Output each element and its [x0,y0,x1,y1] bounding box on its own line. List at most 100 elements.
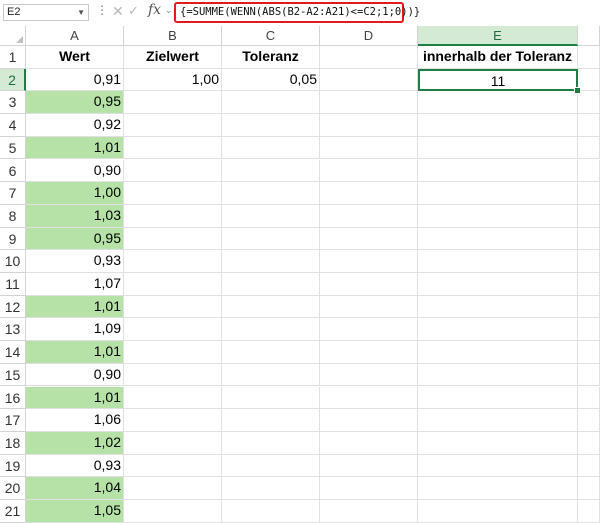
cell[interactable] [124,295,222,319]
cell[interactable] [578,46,600,69]
row-header-21[interactable]: 21 [0,500,26,523]
cell[interactable] [320,409,418,432]
cell[interactable] [320,295,418,319]
cell[interactable] [578,295,600,319]
value-cell[interactable]: 1,01 [26,341,124,364]
cell[interactable] [124,114,222,137]
cell[interactable] [124,386,222,410]
value-cell[interactable]: 1,01 [26,136,124,160]
cell[interactable] [578,250,600,273]
row-header-18[interactable]: 18 [0,431,26,455]
cell[interactable] [222,159,320,183]
result-cell[interactable]: 11 [418,68,578,92]
value-cell[interactable]: 0,93 [26,454,124,478]
cell[interactable] [320,68,418,92]
row-header-10[interactable]: 10 [0,250,26,273]
row-header-6[interactable]: 6 [0,159,26,183]
cell[interactable] [320,318,418,342]
cell[interactable] [578,159,600,183]
row-header-2[interactable]: 2 [0,68,26,92]
cell[interactable] [320,341,418,364]
cell[interactable] [222,227,320,251]
cell[interactable] [222,91,320,115]
cell[interactable] [578,227,600,251]
header-cell-b[interactable]: Zielwert [124,46,222,69]
cell[interactable] [578,273,600,296]
cell[interactable] [578,136,600,160]
cell[interactable] [320,114,418,137]
cell[interactable] [418,250,578,273]
cell[interactable] [418,159,578,183]
cell[interactable] [320,386,418,410]
header-cell-a[interactable]: Wert [26,46,124,69]
cell[interactable] [124,363,222,387]
cell[interactable] [320,46,418,69]
row-header-7[interactable]: 7 [0,182,26,205]
row-header-5[interactable]: 5 [0,136,26,160]
value-cell[interactable]: 1,03 [26,204,124,228]
cell[interactable] [124,431,222,455]
header-cell-c[interactable]: Toleranz [222,46,320,69]
cell[interactable] [418,386,578,410]
cell[interactable] [124,250,222,273]
cell[interactable] [222,454,320,478]
cell[interactable] [320,454,418,478]
cell[interactable] [124,273,222,296]
value-cell[interactable]: 1,05 [26,500,124,523]
value-cell[interactable]: 1,09 [26,318,124,342]
cell[interactable] [578,409,600,432]
row-header-16[interactable]: 16 [0,386,26,410]
value-cell[interactable]: 0,90 [26,363,124,387]
cell[interactable] [578,500,600,523]
row-header-1[interactable]: 1 [0,46,26,69]
cell[interactable] [222,500,320,523]
cell[interactable] [418,114,578,137]
cell[interactable] [418,227,578,251]
cell[interactable] [320,136,418,160]
cell[interactable] [124,136,222,160]
row-header-12[interactable]: 12 [0,295,26,319]
cell[interactable] [320,273,418,296]
value-cell[interactable]: 1,01 [26,295,124,319]
cell[interactable] [320,363,418,387]
cell[interactable] [124,159,222,183]
cell[interactable] [418,136,578,160]
cell[interactable] [418,295,578,319]
row-header-17[interactable]: 17 [0,409,26,432]
value-cell[interactable]: 0,95 [26,227,124,251]
cancel-icon[interactable]: ✕ [112,3,124,20]
cell[interactable] [418,454,578,478]
row-header-9[interactable]: 9 [0,227,26,251]
cell[interactable] [418,91,578,115]
cell[interactable] [222,204,320,228]
cell[interactable] [124,182,222,205]
confirm-icon[interactable]: ✓ [128,3,139,19]
cell[interactable] [222,431,320,455]
header-cell-e[interactable]: innerhalb der Toleranz [418,46,578,69]
cell[interactable] [222,273,320,296]
cell[interactable] [222,136,320,160]
more-options-icon[interactable]: ⋮ [96,3,108,17]
cell[interactable] [222,409,320,432]
cell[interactable] [320,159,418,183]
cell[interactable] [320,431,418,455]
cell[interactable] [578,204,600,228]
cell[interactable] [578,91,600,115]
cell[interactable] [578,341,600,364]
value-cell[interactable]: 1,07 [26,273,124,296]
cell[interactable] [320,204,418,228]
cell[interactable] [578,386,600,410]
cell[interactable] [124,204,222,228]
cell[interactable] [578,68,600,92]
cell[interactable] [124,500,222,523]
column-header-b[interactable]: B [124,26,222,46]
cell[interactable] [418,500,578,523]
cell[interactable] [578,114,600,137]
column-header-a[interactable]: A [26,26,124,46]
cell[interactable] [418,341,578,364]
cell[interactable] [578,363,600,387]
cell[interactable] [124,341,222,364]
cell[interactable] [124,409,222,432]
name-box[interactable]: E2 ▼ [3,4,89,21]
cell[interactable] [418,182,578,205]
